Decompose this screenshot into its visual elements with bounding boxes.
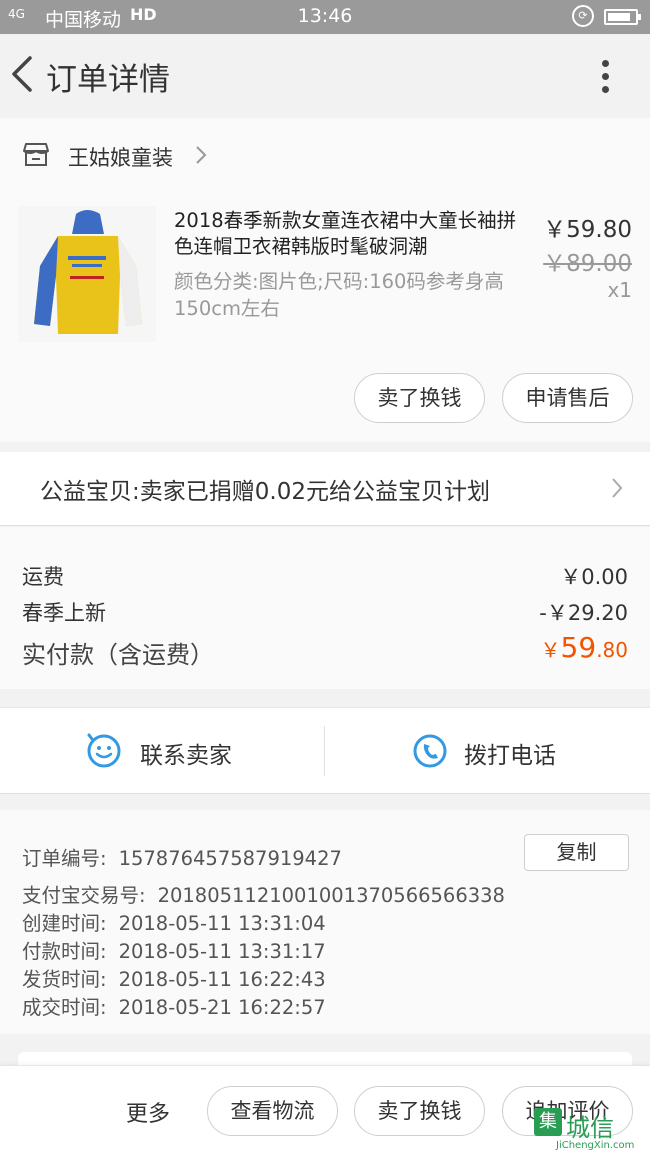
- info-label: 订单编号:: [22, 847, 107, 870]
- paid-amount: ￥59.80: [541, 631, 628, 664]
- view-logistics-button[interactable]: 查看物流: [207, 1086, 338, 1136]
- product-quantity: x1: [607, 278, 632, 302]
- back-arrow-icon[interactable]: [6, 54, 40, 94]
- chevron-right-icon: [196, 146, 207, 164]
- info-label: 付款时间:: [22, 940, 107, 963]
- clock: 13:46: [297, 5, 353, 27]
- deal-time-row: 成交时间: 2018-05-21 16:22:57: [22, 991, 326, 1020]
- info-value: 2018-05-11 16:22:43: [118, 968, 326, 991]
- alipay-trade-row: 支付宝交易号: 2018051121001001370566566338: [22, 879, 505, 908]
- status-bar: 4G 中国移动 HD 13:46 ⟳: [0, 0, 650, 34]
- info-label: 创建时间:: [22, 912, 107, 935]
- shop-row[interactable]: 王姑娘童装: [0, 118, 650, 194]
- info-label: 发货时间:: [22, 968, 107, 991]
- paid-int: 59: [560, 631, 597, 664]
- order-info: 订单编号: 157876457587919427 复制 支付宝交易号: 201805…: [0, 810, 650, 1034]
- watermark-logo-icon: 集: [534, 1108, 562, 1136]
- phone-icon: [413, 734, 447, 768]
- order-number-row: 订单编号: 157876457587919427: [22, 842, 342, 871]
- rotation-lock-icon: ⟳: [572, 5, 594, 27]
- created-time-row: 创建时间: 2018-05-11 13:31:04: [22, 907, 326, 936]
- contact-bar: 联系卖家 拨打电话: [0, 707, 650, 794]
- product-title[interactable]: 2018春季新款女童连衣裙中大童长袖拼色连帽卫衣裙韩版时髦破洞潮: [174, 208, 529, 260]
- title-bar: 订单详情: [0, 34, 650, 118]
- product-spec: 颜色分类:图片色;尺码:160码参考身高150cm左右: [174, 270, 504, 320]
- info-value: 2018-05-11 13:31:04: [118, 912, 326, 935]
- watermark: 集 城信 JiChengXin.com: [534, 1106, 644, 1151]
- product-image[interactable]: [18, 206, 156, 342]
- paid-time-row: 付款时间: 2018-05-11 13:31:17: [22, 935, 326, 964]
- page-title: 订单详情: [46, 62, 170, 98]
- product-price: ￥59.80: [543, 217, 632, 243]
- paid-label: 实付款（含运费）: [22, 641, 214, 669]
- info-value: 2018051121001001370566566338: [157, 884, 505, 907]
- shipped-time-row: 发货时间: 2018-05-11 16:22:43: [22, 963, 326, 992]
- copy-button[interactable]: 复制: [524, 834, 629, 871]
- next-card-edge: [18, 1052, 632, 1066]
- sell-for-cash-bottom-button[interactable]: 卖了换钱: [354, 1086, 485, 1136]
- product-card: 2018春季新款女童连衣裙中大童长袖拼色连帽卫衣裙韩版时髦破洞潮 颜色分类:图片…: [0, 194, 650, 442]
- cost-summary: 运费 ￥0.00 春季上新 -￥29.20 实付款（含运费） ￥59.80: [0, 527, 650, 689]
- info-value: 2018-05-11 13:31:17: [118, 940, 326, 963]
- info-label: 支付宝交易号:: [22, 884, 146, 907]
- call-button-icon-wrap[interactable]: [412, 733, 448, 769]
- paid-currency: ￥: [540, 638, 561, 662]
- apply-after-sales-button[interactable]: 申请售后: [502, 373, 633, 423]
- sell-for-cash-button[interactable]: 卖了换钱: [354, 373, 485, 423]
- watermark-text: 城信: [566, 1114, 614, 1142]
- more-options-icon[interactable]: [592, 56, 618, 96]
- product-original-price: ￥89.00: [543, 251, 632, 277]
- info-value: 2018-05-21 16:22:57: [118, 996, 326, 1019]
- promo-value: -￥29.20: [539, 601, 628, 625]
- more-button[interactable]: 更多: [126, 1096, 170, 1128]
- divider: [324, 726, 325, 776]
- shipping-value: ￥0.00: [560, 565, 628, 589]
- charity-text: 公益宝贝:卖家已捐赠0.02元给公益宝贝计划: [40, 479, 490, 505]
- shop-name: 王姑娘童装: [68, 146, 173, 170]
- battery-level: [608, 13, 630, 21]
- info-value: 157876457587919427: [118, 847, 342, 870]
- contact-seller-button-icon-wrap[interactable]: [86, 733, 122, 769]
- info-label: 成交时间:: [22, 996, 107, 1019]
- call-phone-button[interactable]: 拨打电话: [464, 736, 556, 770]
- chevron-right-icon: [612, 478, 623, 498]
- shop-icon: [23, 143, 49, 166]
- contact-seller-button[interactable]: 联系卖家: [140, 736, 232, 770]
- chat-smile-icon: [87, 733, 121, 768]
- promo-label: 春季上新: [22, 601, 106, 625]
- charity-row[interactable]: 公益宝贝:卖家已捐赠0.02元给公益宝贝计划: [0, 452, 650, 526]
- shipping-label: 运费: [22, 565, 64, 589]
- paid-dec: .80: [596, 638, 628, 662]
- battery-icon: [604, 9, 641, 25]
- watermark-url: JiChengXin.com: [556, 1140, 635, 1151]
